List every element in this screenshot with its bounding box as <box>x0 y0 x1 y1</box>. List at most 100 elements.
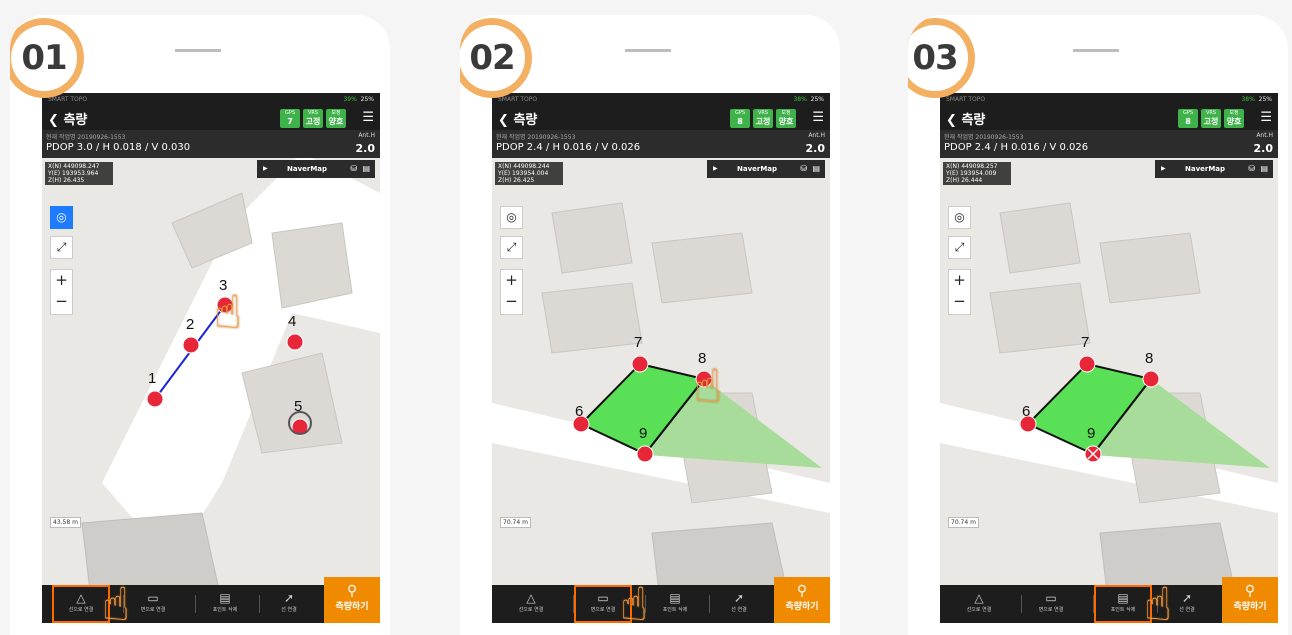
polyline-icon: △ <box>974 591 984 605</box>
vrs-chip: VRS 고정 <box>303 109 323 128</box>
step-panel-2: 6 7 8 9 SMART TOPO 38% 25% ❮ 측량 GPS 8 VRS… <box>460 15 840 635</box>
point-label: 4 <box>288 313 296 330</box>
survey-point[interactable] <box>146 390 164 408</box>
trash-icon[interactable]: ▤ <box>1260 160 1268 178</box>
trash-icon: ▤ <box>219 591 231 605</box>
tool-line-link[interactable]: ➚ 선 연결 <box>710 585 768 623</box>
trash-icon[interactable]: ▤ <box>812 160 820 178</box>
tool-line-connect[interactable]: △ 선으로 연결 <box>950 585 1008 623</box>
coord-h: Z(H) 26.425 <box>498 177 535 184</box>
phone-screen: 6 7 8 9 SMART TOPO 38% 25% ❮ 측량 GPS 8 VRS… <box>492 93 830 623</box>
zoom-in-icon[interactable]: + <box>51 270 72 291</box>
zoom-control[interactable]: + − <box>948 269 971 315</box>
coordinate-readout: X(N) 449098.257 Y(E) 193954.009 Z(H) 26.… <box>943 162 1011 185</box>
line-link-icon: ➚ <box>733 591 745 605</box>
status-bar: SMART TOPO 39% 25% <box>42 93 380 106</box>
chevron-left-icon: ❮ <box>946 113 957 128</box>
tool-line-connect[interactable]: △ 선으로 연결 <box>502 585 560 623</box>
point-label: 1 <box>148 370 156 387</box>
measure-button[interactable]: ⚲ 측량하기 <box>1222 577 1278 623</box>
tool-point-delete[interactable]: ▤ 포인트 삭제 <box>196 585 254 623</box>
antenna-value: 2.0 <box>805 142 826 155</box>
app-name: SMART TOPO <box>946 96 986 103</box>
tool-point-delete[interactable]: ▤ 포인트 삭제 <box>646 585 704 623</box>
zoom-in-icon[interactable]: + <box>949 270 970 291</box>
locate-icon[interactable]: ◎ <box>500 206 523 229</box>
gps-chip: GPS 8 <box>730 109 750 128</box>
survey-point[interactable] <box>182 336 200 354</box>
trash-icon[interactable]: ▤ <box>362 160 370 178</box>
scale-bar: 43.58 m <box>50 517 81 528</box>
point-label: 8 <box>1145 350 1153 367</box>
map-source-bar[interactable]: ▶ NaverMap ⛁ ▤ <box>1155 160 1273 178</box>
coordinate-readout: X(N) 449098.244 Y(E) 193954.004 Z(H) 26.… <box>495 162 563 185</box>
pointing-hand-icon: ☝ <box>620 577 649 623</box>
locate-icon[interactable]: ◎ <box>948 206 971 229</box>
zoom-out-icon[interactable]: − <box>949 291 970 312</box>
back-button[interactable]: ❮ 측량 <box>946 109 985 128</box>
survey-point[interactable] <box>631 355 649 373</box>
pointing-hand-icon: ☝ <box>102 577 131 623</box>
survey-point[interactable] <box>1078 355 1096 373</box>
measure-button[interactable]: ⚲ 측량하기 <box>774 577 830 623</box>
zoom-control[interactable]: + − <box>50 269 73 315</box>
map-source-bar[interactable]: ▶ NaverMap ⛁ ▤ <box>257 160 375 178</box>
antenna-value: 2.0 <box>1253 142 1274 155</box>
drag-handle <box>625 49 671 52</box>
zoom-in-icon[interactable]: + <box>501 270 522 291</box>
hamburger-icon[interactable]: ☰ <box>362 111 374 124</box>
scale-bar: 70.74 m <box>948 517 979 528</box>
job-name: 현재 작업명 20190926-1553 <box>944 134 1024 141</box>
battery-status: 38% 25% <box>793 96 824 103</box>
back-button[interactable]: ❮ 측량 <box>498 109 537 128</box>
job-name: 현재 작업명 20190926-1553 <box>46 134 126 141</box>
step-badge: 01 <box>10 18 84 98</box>
fit-extent-icon[interactable]: ⤢ <box>50 236 73 259</box>
antenna-icon: ⚲ <box>1244 583 1256 599</box>
chevron-left-icon: ❮ <box>498 113 509 128</box>
point-label: 2 <box>186 316 194 333</box>
play-icon: ▶ <box>263 165 268 172</box>
coord-n: X(N) 449098.244 <box>498 163 550 170</box>
scale-bar: 70.74 m <box>500 517 531 528</box>
measure-button[interactable]: ⚲ 측량하기 <box>324 577 380 623</box>
map-source-bar[interactable]: ▶ NaverMap ⛁ ▤ <box>707 160 825 178</box>
zoom-out-icon[interactable]: − <box>51 291 72 312</box>
antenna-icon: ⚲ <box>796 583 808 599</box>
antenna-label: Ant.H <box>1256 132 1273 139</box>
zoom-control[interactable]: + − <box>500 269 523 315</box>
layers-icon[interactable]: ⛁ <box>350 160 357 178</box>
point-label: 6 <box>575 403 583 420</box>
tool-line-link[interactable]: ➚ 선 연결 <box>260 585 318 623</box>
zoom-out-icon[interactable]: − <box>501 291 522 312</box>
survey-point[interactable] <box>1142 370 1160 388</box>
app-header: ❮ 측량 GPS 8 VRS 고정 보정 양호 ☰ <box>492 106 830 130</box>
coord-h: Z(H) 26.444 <box>946 177 983 184</box>
signal-chip: 보정 양호 <box>1224 109 1244 128</box>
job-name: 현재 작업명 20190926-1553 <box>496 134 576 141</box>
layers-icon[interactable]: ⛁ <box>800 160 807 178</box>
layers-icon[interactable]: ⛁ <box>1248 160 1255 178</box>
survey-point[interactable] <box>286 333 304 351</box>
coordinate-readout: X(N) 449098.247 Y(E) 193953.964 Z(H) 26.… <box>45 162 113 185</box>
point-label: 9 <box>1087 425 1095 442</box>
antenna-label: Ant.H <box>358 132 375 139</box>
play-icon: ▶ <box>713 165 718 172</box>
fit-extent-icon[interactable]: ⤢ <box>500 236 523 259</box>
antenna-icon: ⚲ <box>346 583 358 599</box>
hamburger-icon[interactable]: ☰ <box>1260 111 1272 124</box>
point-label: 5 <box>294 398 302 415</box>
hamburger-icon[interactable]: ☰ <box>812 111 824 124</box>
back-button[interactable]: ❮ 측량 <box>48 109 87 128</box>
tool-area-connect[interactable]: ▭ 면으로 연결 <box>1022 585 1080 623</box>
polygon-icon: ▭ <box>147 591 159 605</box>
locate-icon[interactable]: ◎ <box>50 206 73 229</box>
line-link-icon: ➚ <box>283 591 295 605</box>
survey-point[interactable] <box>636 445 654 463</box>
coord-n: X(N) 449098.247 <box>48 163 100 170</box>
polyline-icon: △ <box>526 591 536 605</box>
fit-extent-icon[interactable]: ⤢ <box>948 236 971 259</box>
step-badge: 02 <box>460 18 532 98</box>
play-icon: ▶ <box>1161 165 1166 172</box>
tool-area-connect[interactable]: ▭ 면으로 연결 <box>124 585 182 623</box>
